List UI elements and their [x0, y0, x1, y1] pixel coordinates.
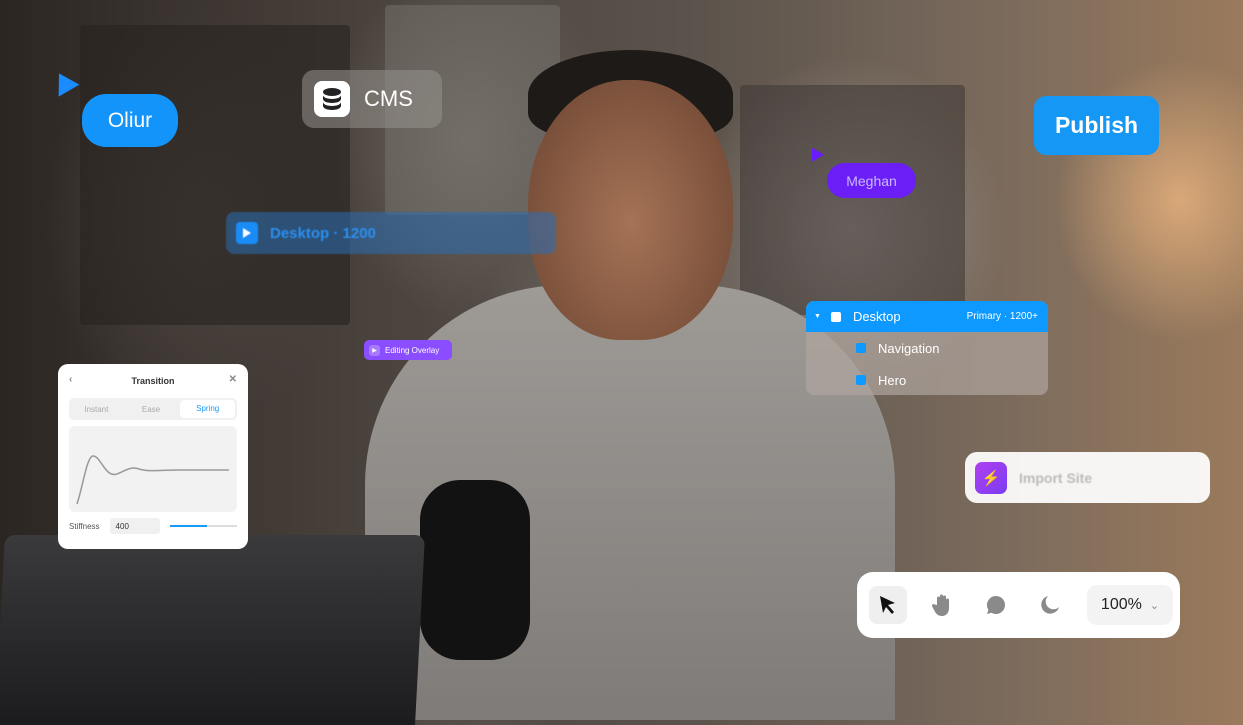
theme-toggle-button[interactable] [1031, 586, 1069, 624]
stiffness-input[interactable]: 400 [109, 518, 160, 534]
spring-curve-graph [69, 426, 237, 512]
stiffness-slider[interactable] [169, 525, 237, 527]
tab-ease[interactable]: Ease [124, 405, 179, 414]
breakpoint-bar[interactable]: Desktop · 1200 [226, 212, 556, 254]
zoom-select[interactable]: 100% ⌄ [1087, 585, 1173, 625]
wall-frame [740, 85, 965, 315]
play-icon: ▶ [369, 344, 380, 356]
layer-desktop[interactable]: ▼ Desktop Primary · 1200+ [806, 301, 1048, 332]
layer-hero[interactable]: Hero [806, 364, 1048, 395]
spring-curve [76, 455, 229, 505]
layer-navigation[interactable]: Navigation [806, 332, 1048, 364]
moon-icon [1041, 596, 1059, 614]
frame-icon [856, 375, 866, 385]
publish-button[interactable]: Publish [1034, 96, 1159, 155]
import-site-label: Import Site [1019, 469, 1093, 486]
select-tool-button[interactable] [869, 586, 907, 624]
layer-label: Navigation [878, 340, 940, 356]
editing-overlay-label: Editing Overlay [385, 345, 440, 355]
layer-meta: Primary · 1200+ [966, 311, 1038, 322]
collaborator-tag-meghan: Meghan [827, 163, 916, 198]
microphone [420, 480, 530, 660]
chevron-down-icon: ⌄ [1149, 599, 1160, 612]
cursor-arrow-icon [880, 596, 895, 614]
caret-down-icon[interactable]: ▼ [814, 313, 821, 320]
lightning-icon: ⚡ [975, 461, 1007, 494]
collaborator-tag-oliur: Oliur [82, 94, 178, 147]
editing-overlay-chip[interactable]: ▶ Editing Overlay [364, 340, 452, 360]
import-site-button[interactable]: ⚡ Import Site [965, 452, 1210, 503]
layer-label: Hero [878, 372, 907, 388]
play-icon [236, 222, 258, 244]
tab-instant[interactable]: Instant [69, 405, 124, 414]
canvas-toolbar: 100% ⌄ [857, 572, 1180, 638]
cms-label: CMS [364, 86, 413, 111]
laptop [0, 535, 425, 725]
transition-tabs: Instant Ease Spring [69, 398, 237, 420]
frame-icon [830, 311, 841, 322]
comment-icon [987, 596, 1005, 614]
hand-icon [931, 594, 949, 616]
stiffness-label: Stiffness [69, 521, 100, 531]
hand-tool-button[interactable] [923, 586, 961, 624]
breakpoint-label: Desktop · 1200 [270, 224, 376, 242]
slider-fill [169, 525, 207, 527]
transition-panel: ‹ Transition ✕ Instant Ease Spring Stiff… [58, 364, 248, 549]
close-icon[interactable]: ✕ [229, 374, 237, 385]
layers-panel: ▼ Desktop Primary · 1200+ Navigation Her… [806, 301, 1048, 395]
chevron-left-icon[interactable]: ‹ [69, 374, 72, 385]
frame-icon [856, 343, 866, 353]
cms-button[interactable]: CMS [302, 70, 442, 128]
database-icon [314, 81, 350, 117]
tab-spring[interactable]: Spring [180, 400, 236, 418]
zoom-value: 100% [1100, 596, 1142, 613]
comment-tool-button[interactable] [977, 586, 1015, 624]
layer-label: Desktop [852, 309, 901, 324]
panel-title: Transition [131, 376, 175, 386]
person-head [528, 80, 733, 340]
